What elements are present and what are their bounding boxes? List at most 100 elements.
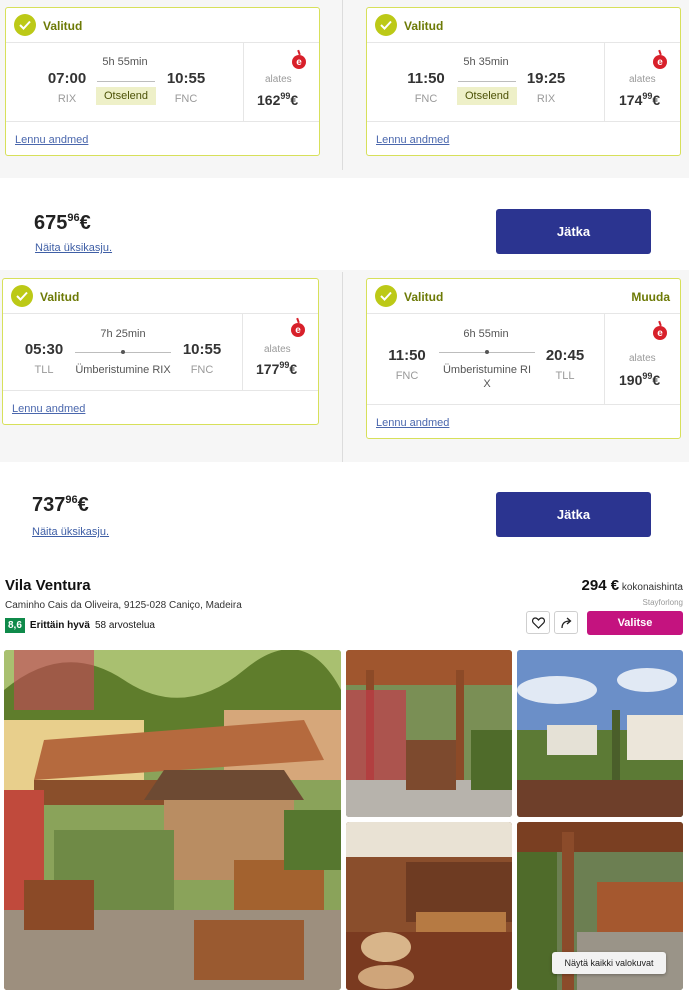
stops-info: Otselend — [95, 87, 157, 105]
inbound-flight-card[interactable]: Valitud 11:50 FNC 5h 35min Otselend 19:2… — [366, 7, 681, 156]
card-header: Valitud — [3, 279, 318, 314]
continue-button[interactable]: Jätka — [496, 209, 651, 254]
continue-button[interactable]: Jätka — [496, 492, 651, 537]
route-line — [97, 81, 155, 82]
arrival: 10:55 FNC — [179, 341, 225, 376]
selected-label: Valitud — [40, 290, 80, 304]
arrival: 19:25 RIX — [523, 70, 569, 105]
hotel-main-photo[interactable] — [4, 650, 341, 990]
from-label: alates — [264, 344, 291, 355]
card-header: Valitud — [367, 8, 680, 43]
card-header: Valitud Muuda — [367, 279, 680, 314]
departure-time: 07:00 — [47, 70, 87, 87]
airline-logo-icon: e — [291, 323, 305, 337]
heart-icon — [531, 616, 545, 629]
direct-badge: Otselend — [456, 87, 518, 105]
arrival-airport: FNC — [174, 93, 198, 105]
outbound-flight-card[interactable]: Valitud 05:30 TLL 7h 25min Ümberistumine… — [2, 278, 319, 425]
outbound-flight-card[interactable]: Valitud 07:00 RIX 5h 55min Otselend 10:5… — [5, 7, 320, 156]
arrival-airport: TLL — [555, 370, 575, 382]
route-line — [458, 81, 516, 82]
flight-price: 19099€ — [619, 371, 661, 388]
check-icon — [375, 14, 397, 36]
departure-airport: TLL — [34, 364, 54, 376]
favorite-button[interactable] — [526, 611, 550, 634]
departure-time: 11:50 — [388, 347, 426, 364]
review-count: 58 arvostelua — [94, 620, 155, 631]
details-row: Lennu andmed — [367, 121, 680, 155]
hotel-photo[interactable] — [346, 650, 512, 817]
details-row: Lennu andmed — [367, 404, 680, 438]
rating-score: 8,6 — [5, 618, 25, 633]
total-price: 67596€ — [34, 212, 91, 234]
total-price: 73796€ — [32, 494, 89, 516]
share-button[interactable] — [554, 611, 578, 634]
flight-duration: 5h 35min — [463, 56, 509, 68]
change-link[interactable]: Muuda — [631, 290, 670, 304]
selected-label: Valitud — [43, 19, 83, 33]
price-box: e alates 19099€ — [604, 314, 680, 404]
flight-details-link[interactable]: Lennu andmed — [12, 403, 85, 415]
flight-details-link[interactable]: Lennu andmed — [376, 134, 449, 146]
stops-line: X — [483, 378, 491, 390]
departure: 11:50 FNC — [384, 347, 430, 382]
flight-duration: 5h 55min — [102, 56, 148, 68]
flight-details-link[interactable]: Lennu andmed — [15, 134, 88, 146]
from-label: alates — [629, 74, 656, 85]
stops-info: Ümberistumine RIX — [75, 364, 171, 376]
flight-details-link[interactable]: Lennu andmed — [376, 417, 449, 429]
price-box: e alates 16299€ — [243, 43, 319, 121]
stops-line: Ümberistumine RI — [442, 364, 532, 376]
inbound-flight-card[interactable]: Valitud Muuda 11:50 FNC 6h 55min Ümberis… — [366, 278, 681, 439]
card-header: Valitud — [6, 8, 319, 43]
arrival: 20:45 TLL — [542, 347, 588, 382]
stop-dot — [485, 350, 489, 354]
airline-logo-icon: e — [653, 326, 667, 340]
check-icon — [14, 14, 36, 36]
airline-logo-icon: e — [292, 55, 306, 69]
show-details-link[interactable]: Näita üksikasju. — [35, 242, 112, 254]
hotel-price: 294 € kokonaishinta — [582, 577, 683, 594]
flight-duration: 6h 55min — [463, 328, 509, 340]
arrival-time: 10:55 — [182, 341, 222, 358]
stops-info: Otselend — [456, 87, 518, 105]
direct-badge: Otselend — [95, 87, 157, 105]
from-label: alates — [629, 353, 656, 364]
hotel-photo[interactable] — [346, 822, 512, 990]
arrival-time: 10:55 — [166, 70, 206, 87]
departure-time: 05:30 — [24, 341, 64, 358]
departure: 07:00 RIX — [44, 70, 90, 105]
rating-word: Erittäin hyvä — [29, 620, 90, 631]
share-icon — [561, 617, 572, 628]
selected-label: Valitud — [404, 19, 444, 33]
check-icon — [375, 285, 397, 307]
departure: 05:30 TLL — [21, 341, 67, 376]
package-total: 73796€ Näita üksikasju. Jätka — [0, 462, 689, 566]
show-all-photos-button[interactable]: Näytä kaikki valokuvat — [552, 952, 666, 974]
arrival-airport: RIX — [536, 93, 556, 105]
details-row: Lennu andmed — [6, 121, 319, 155]
departure-airport: FNC — [395, 370, 419, 382]
arrival-time: 20:45 — [545, 347, 585, 364]
arrival-time: 19:25 — [526, 70, 566, 87]
column-divider — [342, 272, 343, 462]
flight-duration: 7h 25min — [100, 328, 146, 340]
hotel-name[interactable]: Vila Ventura — [5, 577, 91, 594]
stops-info: Ümberistumine RI X — [437, 363, 537, 391]
package-total: 67596€ Näita üksikasju. Jätka — [0, 178, 689, 270]
airline-logo-icon: e — [653, 55, 667, 69]
departure-time: 11:50 — [407, 70, 445, 87]
departure-airport: FNC — [414, 93, 438, 105]
arrival-airport: FNC — [190, 364, 214, 376]
column-divider — [342, 0, 343, 170]
details-row: Lennu andmed — [3, 390, 318, 424]
supplier-name: Stayforlong — [642, 598, 683, 607]
stop-dot — [121, 350, 125, 354]
select-hotel-button[interactable]: Valitse — [587, 611, 683, 635]
show-details-link[interactable]: Näita üksikasju. — [32, 526, 109, 538]
hotel-price-note: kokonaishinta — [621, 582, 683, 593]
hotel-address: Caminho Cais da Oliveira, 9125-028 Caniç… — [5, 600, 242, 611]
price-box: e alates 17799€ — [242, 314, 318, 390]
hotel-photo[interactable] — [517, 650, 683, 817]
flight-price: 16299€ — [257, 91, 299, 108]
